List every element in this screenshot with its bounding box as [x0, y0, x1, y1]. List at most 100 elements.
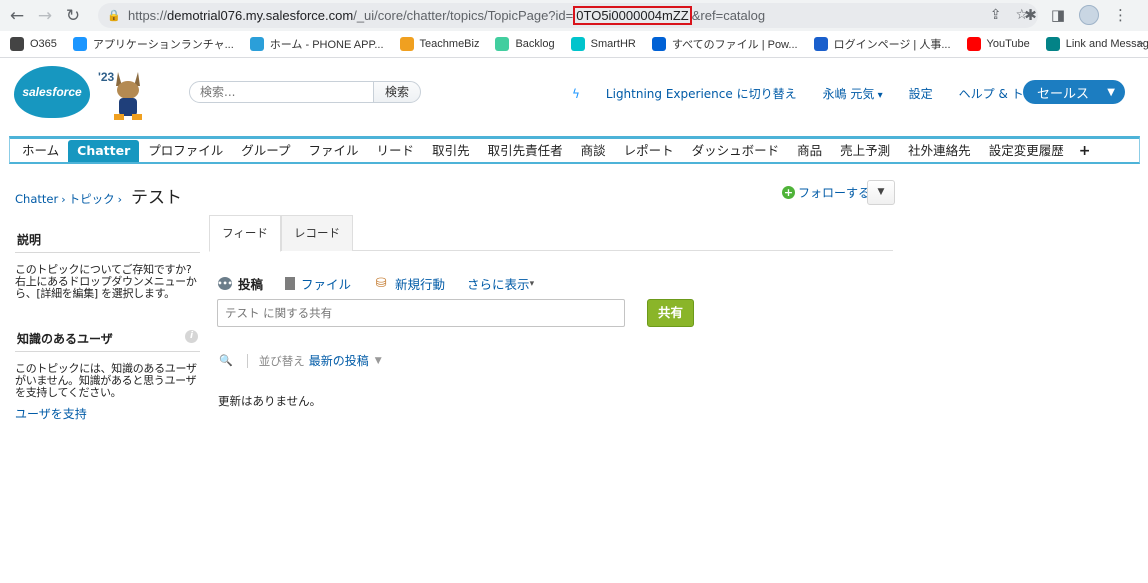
bookmark-item[interactable]: O365 [10, 37, 57, 51]
bookmark-label: ログインページ | 人事... [833, 39, 951, 51]
description-heading: 説明 [15, 226, 200, 253]
tab-item[interactable]: 取引先 [423, 140, 479, 162]
bookmarks-bar: O365 アプリケーションランチャ... ホーム - PHONE APP... Tea… [0, 31, 1148, 58]
info-icon[interactable]: i [185, 330, 198, 343]
breadcrumb: Chatter › トピック › テスト [15, 183, 182, 208]
mascot-icon [114, 72, 142, 120]
menu-icon[interactable]: ⋮ [1113, 6, 1128, 24]
share-button[interactable]: 共有 [647, 299, 694, 327]
bookmark-item[interactable]: ログインページ | 人事... [813, 36, 951, 52]
page-title: テスト [131, 188, 182, 208]
bookmark-label: Backlog [515, 38, 555, 50]
tab-item[interactable]: レポート [615, 140, 683, 162]
tab-item[interactable]: 取引先責任者 [479, 140, 572, 162]
speech-bubble-icon: ••• [217, 277, 233, 290]
bookmark-label: ホーム - PHONE APP... [269, 39, 384, 51]
new-event-action[interactable]: ⛁ 新規行動 [373, 274, 445, 293]
file-icon [285, 277, 296, 290]
lightning-switch-link[interactable]: ϟ Lightning Experience に切り替え [572, 85, 797, 102]
address-bar[interactable]: 🔒 https://demotrial076.my.salesforce.com… [98, 3, 1038, 28]
forward-arrow-icon[interactable]: → [34, 5, 56, 27]
sort-dropdown[interactable]: 最新の投稿 [309, 352, 369, 369]
bookmarks-overflow-icon[interactable]: » [1137, 36, 1144, 50]
tab-bar: ホーム Chatter プロファイル グループ ファイル リード 取引先 取引先責任者 商談 レポ… [9, 136, 1140, 164]
endorse-user-link[interactable]: ユーザを支持 [15, 405, 200, 422]
reload-icon[interactable]: ↻ [62, 5, 84, 27]
app-switcher[interactable]: セールス ▼ [1023, 80, 1125, 104]
chevron-down-icon[interactable]: ▼ [375, 356, 382, 366]
breadcrumb-chatter[interactable]: Chatter [15, 192, 58, 206]
arrow-icon [813, 37, 828, 51]
topic-sidebar: 説明 このトピックについてご存知ですか? 右上にあるドロップダウンメニューから、… [15, 226, 200, 422]
tab-item[interactable]: 売上予測 [831, 140, 899, 162]
divider [246, 353, 248, 368]
salesforce-header: salesforce '23 検索 ϟLightning Experience … [0, 58, 1148, 136]
cloud-icon [72, 37, 87, 51]
follow-button[interactable]: + フォローする [782, 184, 870, 201]
file-action[interactable]: ファイル [285, 274, 351, 293]
bookmark-item[interactable]: SmartHR [570, 37, 636, 51]
tab-item[interactable]: リード [368, 140, 424, 162]
bookmark-item[interactable]: すべてのファイル | Pow... [651, 36, 798, 52]
search-button[interactable]: 検索 [373, 82, 420, 102]
bookmark-label: TeachmeBiz [419, 38, 480, 50]
youtube-icon [966, 37, 981, 51]
smarthr-icon [570, 37, 585, 51]
sidepanel-icon[interactable]: ◨ [1051, 6, 1065, 24]
tab-item[interactable]: 社外連絡先 [899, 140, 980, 162]
bookmark-item[interactable]: アプリケーションランチャ... [72, 36, 234, 52]
topic-menu-dropdown[interactable]: ▼ [867, 180, 895, 205]
tab-item[interactable]: プロファイル [139, 140, 232, 162]
more-actions[interactable]: さらに表示 [467, 274, 534, 293]
back-arrow-icon[interactable]: ← [6, 5, 28, 27]
user-menu[interactable]: 永嶋 元気 [823, 85, 883, 102]
caret-down-icon: ▼ [1107, 86, 1115, 98]
tab-records[interactable]: レコード [281, 215, 353, 251]
salesforce-logo[interactable]: salesforce [14, 66, 90, 118]
teachme-icon [399, 37, 414, 51]
tab-item[interactable]: ファイル [300, 140, 368, 162]
tab-item[interactable]: ホーム [13, 140, 68, 162]
view-tabs: フィード レコード [209, 215, 893, 252]
tab-item[interactable]: Chatter [68, 139, 140, 162]
post-action[interactable]: ••• 投稿 [217, 274, 263, 293]
all-tabs-plus-icon[interactable]: + [1073, 140, 1097, 162]
extensions-icon[interactable]: ✱ [1024, 6, 1037, 24]
tab-feed[interactable]: フィード [209, 215, 281, 252]
knowledgeable-text: このトピックには、知識のあるユーザがいません。知識があると思うユーザを支持してく… [15, 362, 197, 399]
tab-item[interactable]: 商談 [572, 140, 615, 162]
search-icon[interactable]: 🔍 [219, 354, 233, 367]
bookmark-item[interactable]: Backlog [495, 37, 555, 51]
setup-link[interactable]: 設定 [909, 85, 933, 102]
sharepoint-icon [1045, 37, 1060, 51]
empty-feed-message: 更新はありません。 [218, 394, 322, 408]
url-text[interactable]: https://demotrial076.my.salesforce.com/_… [128, 6, 765, 25]
share-input[interactable] [217, 299, 625, 327]
share-icon[interactable]: ⇪ [990, 7, 1002, 23]
box-icon [651, 37, 666, 51]
bookmark-label: YouTube [986, 38, 1030, 50]
publisher-actions: ••• 投稿 ファイル ⛁ 新規行動 さらに表示 [217, 274, 556, 293]
browser-toolbar: ← → ↻ 🔒 https://demotrial076.my.salesfor… [0, 0, 1148, 31]
breadcrumb-separator: › [61, 193, 66, 206]
calendar-icon: ⛁ [375, 276, 387, 291]
bookmark-label: O365 [30, 38, 57, 50]
tab-item[interactable]: グループ [232, 140, 299, 162]
bookmark-label: Link and Message P... [1065, 38, 1148, 50]
bookmark-label: アプリケーションランチャ... [92, 39, 234, 51]
grid-icon [249, 37, 264, 51]
breadcrumb-topics[interactable]: トピック [69, 191, 115, 207]
lightning-bolt-icon: ϟ [572, 87, 580, 101]
bookmark-item[interactable]: TeachmeBiz [399, 37, 480, 51]
bookmark-item[interactable]: YouTube [966, 37, 1030, 51]
tab-item[interactable]: ダッシュボード [683, 140, 789, 162]
tab-item[interactable]: 商品 [788, 140, 831, 162]
url-id-highlight: 0TO5i0000004mZZ [573, 6, 692, 25]
search-input[interactable] [190, 82, 373, 102]
tab-item[interactable]: 設定変更履歴 [980, 140, 1073, 162]
profile-avatar[interactable] [1079, 5, 1099, 25]
bookmark-item[interactable]: Link and Message P... [1045, 37, 1148, 51]
global-search: 検索 [189, 81, 421, 103]
backlog-icon [495, 37, 510, 51]
bookmark-item[interactable]: ホーム - PHONE APP... [249, 36, 384, 52]
